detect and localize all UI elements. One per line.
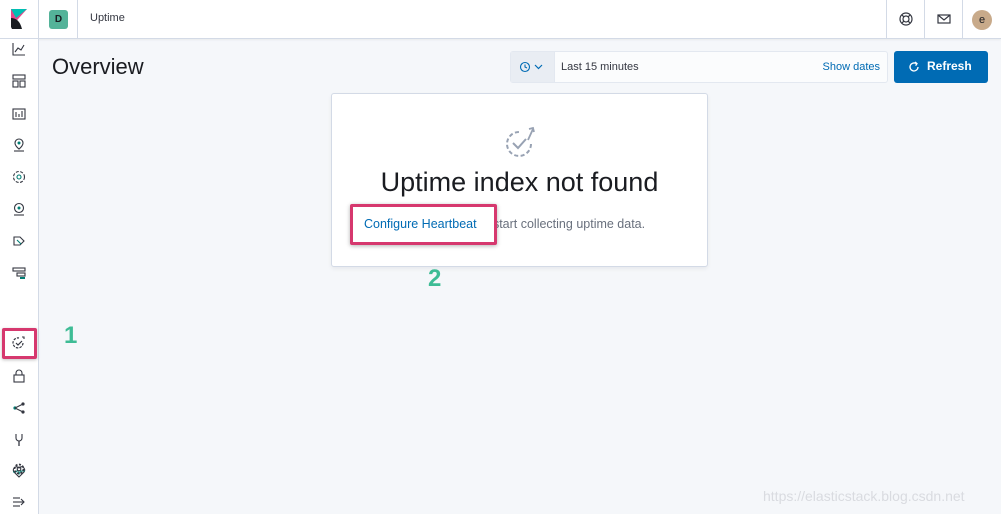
annotation-number-1: 1 (64, 322, 78, 349)
uptime-app-icon (506, 126, 535, 157)
maps-icon (14, 138, 24, 152)
nav-item-management[interactable] (0, 456, 39, 484)
canvas-icon (12, 108, 26, 120)
nav-item-canvas[interactable] (0, 100, 39, 128)
calendar-icon (519, 61, 543, 73)
visualize-icon (12, 43, 25, 56)
top-header: D Uptime e (0, 0, 1001, 39)
nav-item-maps[interactable] (0, 132, 39, 160)
help-button[interactable] (886, 0, 924, 39)
watermark: https://elasticstack.blog.csdn.net (763, 488, 965, 504)
empty-prompt-title: Uptime index not found (380, 167, 659, 197)
show-dates-link[interactable]: Show dates (823, 61, 880, 73)
nav-item-machine-learning[interactable] (0, 164, 39, 192)
dashboard-icon (12, 74, 26, 88)
space-avatar: D (49, 10, 68, 29)
configure-heartbeat-highlight: Configure Heartbeat (350, 204, 497, 245)
page-title: Overview (52, 54, 144, 79)
configure-heartbeat-link[interactable]: Configure Heartbeat (364, 217, 477, 231)
nav-item-logs[interactable] (0, 228, 39, 256)
super-date-picker: Last 15 minutes Show dates (510, 51, 888, 83)
machine-learning-icon (12, 170, 26, 184)
nav-item-dashboard[interactable] (0, 68, 39, 96)
newsfeed-button[interactable] (924, 0, 962, 39)
apm-icon (12, 267, 26, 279)
nav-item-visualize[interactable] (0, 36, 39, 64)
refresh-button[interactable]: Refresh (894, 51, 988, 83)
breadcrumb: Uptime (90, 12, 125, 24)
side-nav (0, 39, 39, 514)
mail-icon (937, 14, 951, 24)
annotation-number-2: 2 (428, 265, 442, 292)
nav-item-uptime[interactable] (0, 330, 39, 358)
nav-item-siem[interactable] (0, 363, 39, 391)
nav-collapse-button[interactable] (0, 489, 39, 514)
empty-prompt-text-after: to start collecting uptime data. (479, 217, 646, 231)
uptime-icon (12, 336, 25, 349)
collapse-icon (13, 497, 25, 507)
graph-icon (13, 402, 25, 414)
nav-item-dev-tools[interactable] (0, 427, 39, 455)
user-menu-button[interactable]: e (962, 0, 1001, 39)
nav-item-infrastructure[interactable] (0, 196, 39, 224)
infrastructure-icon (13, 202, 25, 216)
quick-menu-button[interactable] (511, 52, 555, 82)
refresh-icon (909, 61, 919, 72)
management-icon (13, 463, 25, 475)
kibana-logo[interactable] (0, 0, 39, 39)
nav-item-apm[interactable] (0, 260, 39, 288)
dev-tools-icon (15, 434, 23, 446)
help-icon (899, 12, 913, 26)
space-selector-button[interactable]: D (39, 0, 78, 39)
avatar: e (972, 10, 992, 30)
refresh-button-label: Refresh (927, 59, 972, 73)
nav-item-graph[interactable] (0, 395, 39, 423)
logs-icon (13, 236, 25, 246)
siem-icon (13, 369, 25, 383)
date-range-label[interactable]: Last 15 minutes (561, 61, 639, 73)
